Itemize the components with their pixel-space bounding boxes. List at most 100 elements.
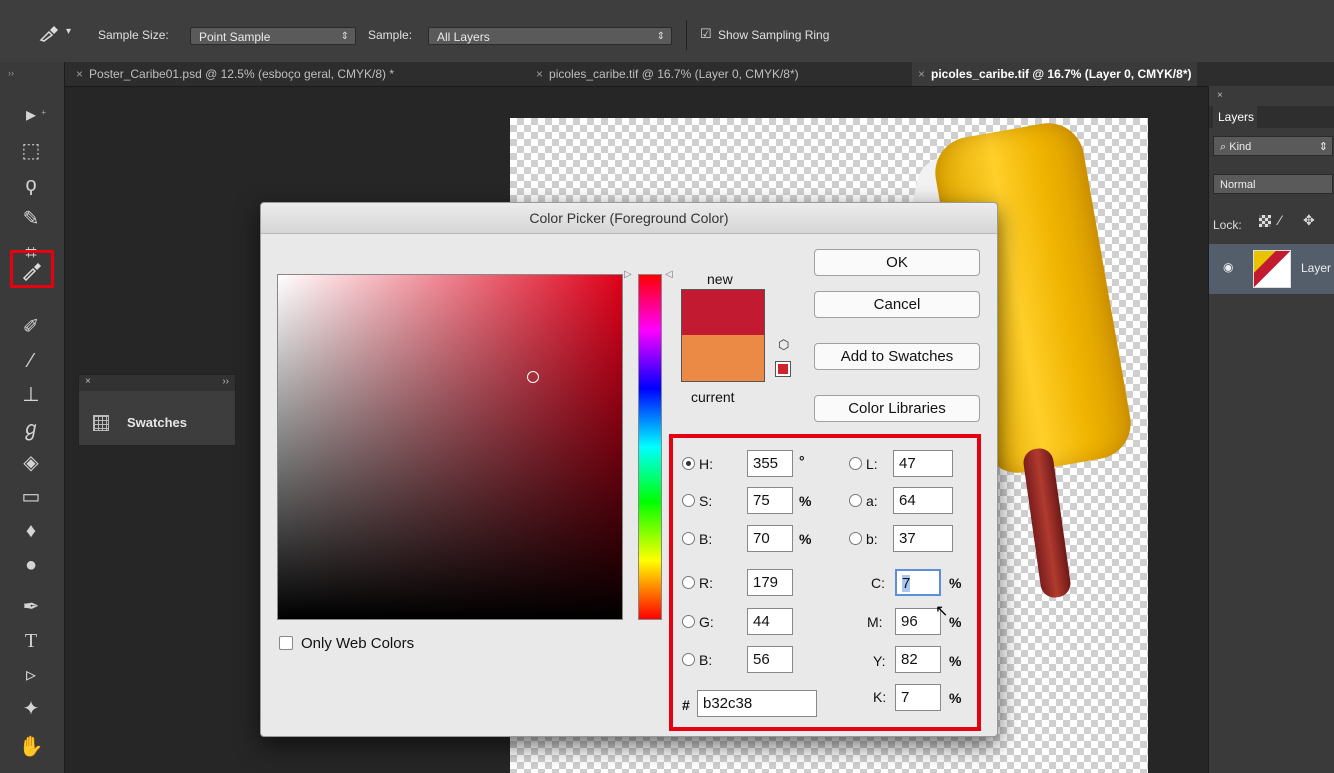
document-tab-bar: × Poster_Caribe01.psd @ 12.5% (esboço ger… <box>64 62 1334 87</box>
layers-panel: × Layers ⌕ Kind ⇕ Normal Lock: ⁄ ✥ ◉ Lay… <box>1208 86 1334 773</box>
color-libraries-button[interactable]: Color Libraries <box>814 395 980 422</box>
shape-icon[interactable]: ✦ <box>14 694 48 724</box>
marquee-icon[interactable]: ⬚ <box>14 136 48 166</box>
close-icon[interactable]: × <box>918 67 925 81</box>
sample-select[interactable]: All Layers ⇕ <box>428 27 672 45</box>
hex-input[interactable]: b32c38 <box>697 690 817 717</box>
brush-icon[interactable]: ⁄ <box>14 346 48 376</box>
layer-filter-value: Kind <box>1229 141 1252 153</box>
brightness-input[interactable]: 70 <box>747 525 793 552</box>
divider <box>686 20 687 50</box>
tab-layers[interactable]: Layers <box>1213 106 1257 128</box>
lock-label: Lock: <box>1213 218 1242 232</box>
radio-green[interactable] <box>682 615 695 628</box>
tab-picoles-caribe-active[interactable]: × picoles_caribe.tif @ 16.7% (Layer 0, CM… <box>912 62 1198 86</box>
expand-panel-icon[interactable]: ›› <box>222 376 229 387</box>
eye-icon[interactable]: ◉ <box>1223 260 1233 274</box>
close-icon[interactable]: × <box>1217 90 1223 101</box>
add-to-swatches-button[interactable]: Add to Swatches <box>814 343 980 370</box>
lock-transparent-icon[interactable] <box>1259 215 1271 227</box>
yellow-input[interactable]: 82 <box>895 646 941 673</box>
dialog-title: Color Picker (Foreground Color) <box>261 203 997 234</box>
hand-icon[interactable]: ✋ <box>14 732 48 762</box>
cyan-label: C: <box>871 575 885 591</box>
radio-red[interactable] <box>682 576 695 589</box>
magenta-unit: % <box>949 614 962 630</box>
dodge-icon[interactable]: ● <box>14 550 48 580</box>
yellow-unit: % <box>949 653 962 669</box>
blue-input[interactable]: 56 <box>747 646 793 673</box>
new-color-label: new <box>707 271 733 287</box>
saturation-unit: % <box>799 493 812 509</box>
select-arrows-icon: ⇕ <box>340 31 349 42</box>
radio-hue[interactable] <box>682 457 695 470</box>
close-icon[interactable]: × <box>85 376 91 387</box>
only-web-colors-checkbox[interactable] <box>279 636 293 650</box>
red-input[interactable]: 179 <box>747 569 793 596</box>
move-icon[interactable]: ▸ + <box>14 100 48 130</box>
lasso-icon[interactable]: ϙ <box>14 170 48 200</box>
green-label: G: <box>699 614 714 630</box>
tab-picoles-caribe-1[interactable]: × picoles_caribe.tif @ 16.7% (Layer 0, CM… <box>536 62 799 86</box>
tab-label: picoles_caribe.tif @ 16.7% (Layer 0, CMY… <box>549 67 799 81</box>
radio-blue[interactable] <box>682 653 695 666</box>
options-bar: ▾ Sample Size: Point Sample ⇕ Sample: Al… <box>0 0 1334 63</box>
clone-stamp-icon[interactable]: ⊥ <box>14 380 48 410</box>
hue-slider-left-arrow-icon[interactable]: ▷ <box>624 269 632 280</box>
layer-name[interactable]: Layer <box>1301 261 1331 275</box>
quick-select-icon[interactable]: ✎ <box>14 204 48 234</box>
sample-size-select[interactable]: Point Sample ⇕ <box>190 27 356 45</box>
gradient-icon[interactable]: ▭ <box>14 482 48 512</box>
tab-poster-caribe[interactable]: × Poster_Caribe01.psd @ 12.5% (esboço ger… <box>76 62 394 86</box>
radio-a-channel[interactable] <box>849 494 862 507</box>
saturation-brightness-field[interactable] <box>277 274 623 620</box>
color-selector-circle[interactable] <box>527 371 539 383</box>
layer-thumbnail <box>1253 250 1291 288</box>
brightness-label: B: <box>699 531 713 547</box>
ok-button[interactable]: OK <box>814 249 980 276</box>
close-icon[interactable]: × <box>76 67 83 81</box>
lightness-input[interactable]: 47 <box>893 450 953 477</box>
current-color-label: current <box>691 389 735 405</box>
cyan-input[interactable]: 7 <box>895 569 941 596</box>
hue-slider[interactable] <box>638 274 662 620</box>
b-channel-input[interactable]: 37 <box>893 525 953 552</box>
mouse-cursor-icon: ↖ <box>935 603 949 620</box>
eyedropper-tool-preset-icon[interactable]: ▾ <box>38 24 78 44</box>
search-icon: ⌕ <box>1220 141 1227 153</box>
pen-icon[interactable]: ✒ <box>14 592 48 622</box>
out-of-gamut-cube-icon[interactable]: ⬡ <box>778 337 789 353</box>
saturation-input[interactable]: 75 <box>747 487 793 514</box>
radio-saturation[interactable] <box>682 494 695 507</box>
cancel-button[interactable]: Cancel <box>814 291 980 318</box>
collapse-panel-icon[interactable]: ›› <box>8 68 14 78</box>
path-select-icon[interactable]: ▹ <box>14 660 48 690</box>
gamut-warning-swatch[interactable] <box>775 361 791 377</box>
history-brush-icon[interactable]: ℊ <box>14 414 48 444</box>
radio-brightness[interactable] <box>682 532 695 545</box>
eraser-icon[interactable]: ◈ <box>14 448 48 478</box>
a-channel-input[interactable]: 64 <box>893 487 953 514</box>
eyedropper-icon[interactable] <box>10 250 54 288</box>
swatches-label[interactable]: Swatches <box>127 415 187 430</box>
close-icon[interactable]: × <box>536 67 543 81</box>
green-input[interactable]: 44 <box>747 608 793 635</box>
radio-b-channel[interactable] <box>849 532 862 545</box>
yellow-label: Y: <box>873 653 886 669</box>
lock-paint-icon[interactable]: ⁄ <box>1279 212 1281 228</box>
current-color-swatch[interactable] <box>681 335 765 382</box>
hue-label: H: <box>699 456 713 472</box>
layer-row[interactable]: ◉ Layer <box>1209 244 1334 294</box>
radio-lightness[interactable] <box>849 457 862 470</box>
healing-brush-icon[interactable]: ✐ <box>14 312 48 342</box>
black-input[interactable]: 7 <box>895 684 941 711</box>
blur-icon[interactable]: ♦ <box>14 516 48 546</box>
lock-position-icon[interactable]: ✥ <box>1303 212 1315 229</box>
hue-slider-right-arrow-icon[interactable]: ◁ <box>665 269 673 280</box>
type-icon[interactable]: T <box>14 626 48 656</box>
hue-input[interactable]: 355 <box>747 450 793 477</box>
blend-mode-select[interactable]: Normal <box>1213 174 1333 194</box>
show-ring-checkbox[interactable]: ☑ <box>700 26 712 42</box>
layer-filter-select[interactable]: ⌕ Kind ⇕ <box>1213 136 1333 156</box>
swatches-grid-icon[interactable] <box>93 415 109 431</box>
